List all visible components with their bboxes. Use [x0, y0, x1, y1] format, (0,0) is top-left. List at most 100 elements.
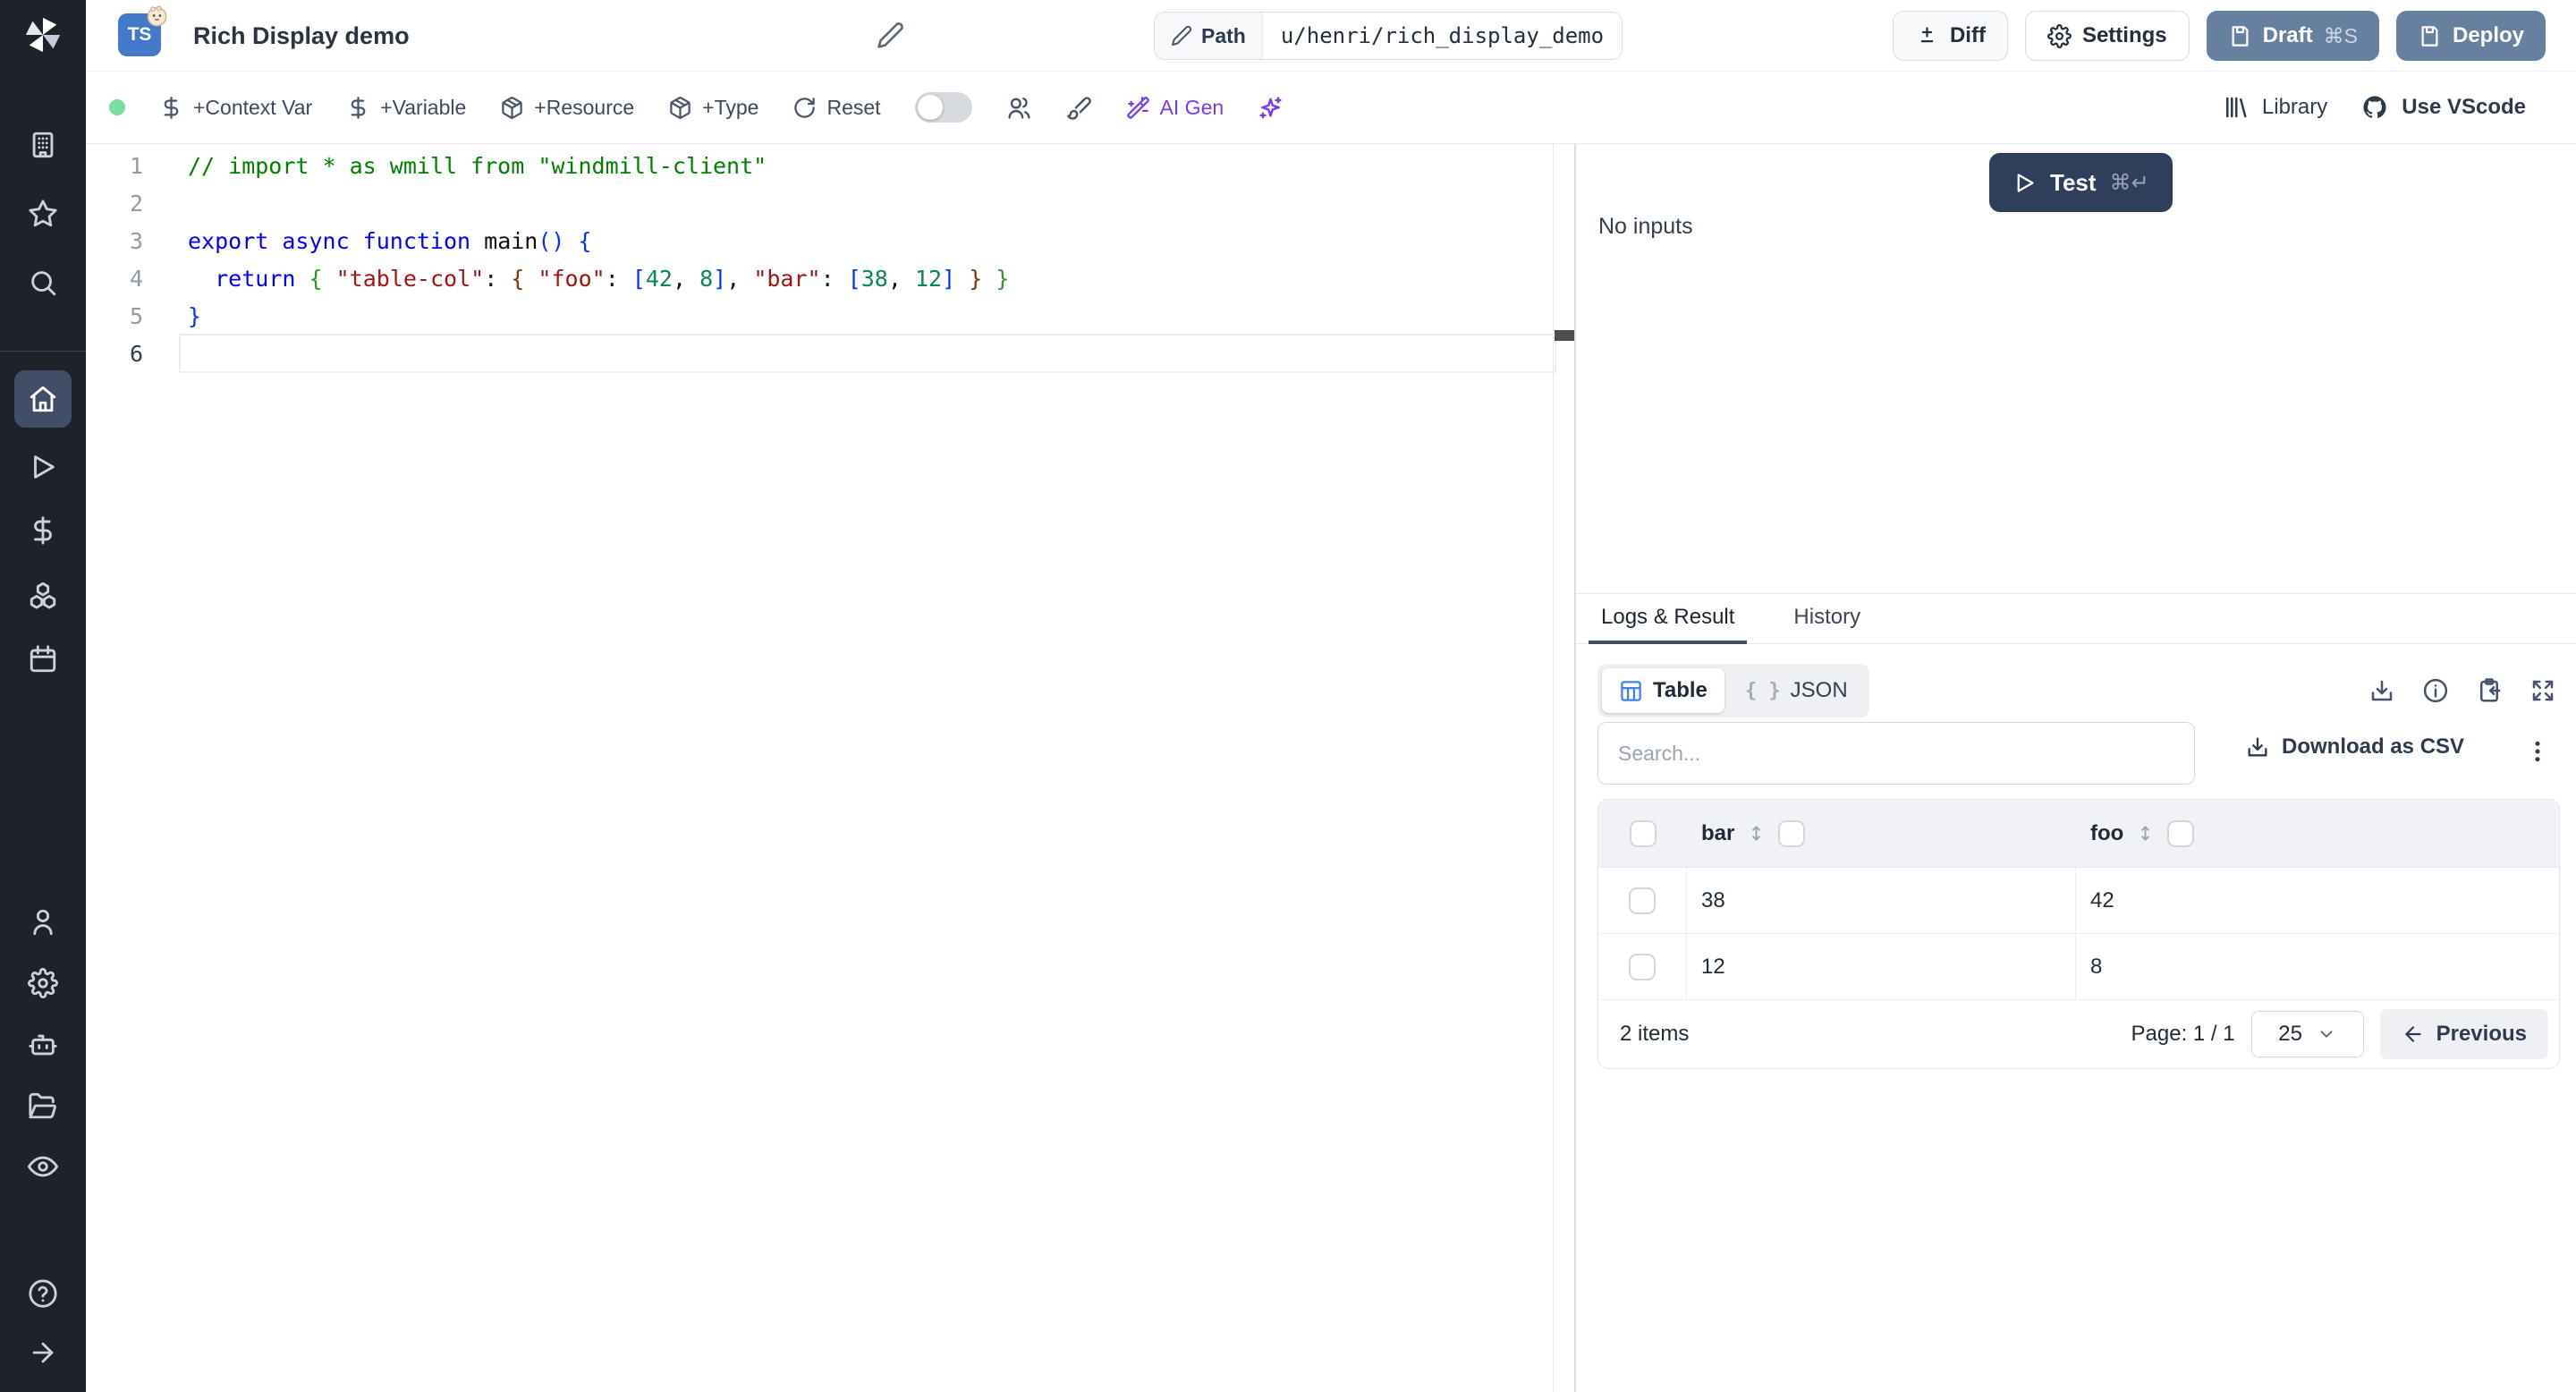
pencil-icon: [1172, 25, 1192, 46]
test-shortcut: ⌘↵: [2109, 170, 2149, 195]
sidebar-item-workers-robot-icon[interactable]: [0, 1030, 86, 1060]
run-result-panel: Test ⌘↵ No inputs Logs & Result History …: [1576, 144, 2576, 1392]
sidebar-item-users-person-icon[interactable]: [0, 907, 86, 938]
tab-logs-result[interactable]: Logs & Result: [1589, 594, 1748, 644]
wand-icon: [1126, 96, 1149, 119]
sidebar-item-runs-play-icon[interactable]: [0, 452, 86, 482]
sidebar-item-variables-dollar-icon[interactable]: [0, 515, 86, 546]
status-dot: [109, 99, 125, 115]
test-label: Test: [2050, 168, 2097, 196]
editor-toolbar: +Context Var +Variable +Resource +Type R…: [86, 72, 2576, 144]
tab-history[interactable]: History: [1781, 594, 1873, 644]
add-variable-button[interactable]: +Variable: [346, 96, 466, 120]
settings-button[interactable]: Settings: [2024, 11, 2190, 61]
settings-label: Settings: [2081, 23, 2167, 47]
path-label: Path: [1201, 23, 1246, 47]
previous-page-button[interactable]: Previous: [2379, 1009, 2548, 1059]
package-icon: [670, 96, 691, 119]
rotate-cw-icon: [794, 97, 816, 118]
test-button[interactable]: Test ⌘↵: [1989, 153, 2173, 212]
view-toggle: Table { } JSON: [1597, 664, 1869, 717]
draft-shortcut: ⌘S: [2323, 23, 2358, 47]
github-icon: [2363, 96, 2386, 118]
table-header-row: bar foo: [1598, 800, 2559, 868]
path-edit-button[interactable]: Path: [1155, 13, 1263, 59]
sidebar-item-home[interactable]: [14, 370, 72, 428]
cell-bar: 38: [1701, 887, 1725, 912]
code-editor[interactable]: 123456 // import * as wmill from "windmi…: [86, 144, 1574, 1392]
workspace-building-icon[interactable]: [0, 130, 86, 160]
overview-ruler-cursor: [1555, 330, 1574, 341]
table-search-input[interactable]: [1597, 722, 2195, 785]
column-bar-checkbox[interactable]: [1778, 819, 1806, 847]
diff-button[interactable]: Diff: [1892, 11, 2008, 61]
ai-gen-button[interactable]: AI Gen: [1126, 96, 1224, 120]
download-icon: [2248, 737, 2267, 757]
path-value: u/henri/rich_display_demo: [1280, 23, 1605, 48]
expand-fullscreen-icon[interactable]: [2529, 677, 2556, 704]
table-options-kebab-icon[interactable]: [2524, 738, 2551, 765]
view-table-pill[interactable]: Table: [1602, 668, 1724, 713]
search-icon[interactable]: [0, 267, 86, 298]
cell-foo: 42: [2090, 887, 2114, 912]
help-icon[interactable]: [0, 1278, 86, 1309]
row-checkbox[interactable]: [1629, 887, 1656, 914]
row-checkbox[interactable]: [1629, 953, 1656, 980]
bun-badge-icon: [145, 4, 169, 28]
draft-button[interactable]: Draft ⌘S: [2206, 11, 2379, 61]
braces-icon: { }: [1744, 679, 1781, 702]
favorites-star-icon[interactable]: [0, 199, 86, 229]
library-button[interactable]: Library: [2222, 94, 2327, 121]
reset-button[interactable]: Reset: [792, 96, 881, 120]
info-icon[interactable]: [2422, 677, 2449, 704]
sidebar-item-schedules-calendar-icon[interactable]: [0, 644, 86, 675]
select-all-checkbox[interactable]: [1629, 819, 1657, 847]
page-size-select[interactable]: 25: [2250, 1011, 2364, 1057]
diff-icon: [1920, 26, 1934, 42]
windmill-logo-icon[interactable]: [0, 14, 86, 55]
save-icon: [2421, 25, 2438, 47]
sidebar-divider: [0, 351, 86, 352]
column-header-foo[interactable]: foo: [2090, 821, 2123, 846]
deploy-button[interactable]: Deploy: [2395, 11, 2546, 61]
deploy-label: Deploy: [2452, 23, 2524, 47]
dollar-icon: [351, 96, 366, 119]
cell-bar: 12: [1701, 954, 1725, 979]
multiplayer-users-icon[interactable]: [1006, 95, 1032, 121]
sort-icon[interactable]: [2135, 823, 2156, 844]
table-grid-icon: [1621, 680, 1641, 701]
code-lines[interactable]: // import * as wmill from "windmill-clie…: [188, 148, 1547, 373]
result-tabs: Logs & Result History: [1576, 593, 2576, 644]
expand-sidebar-arrow-icon[interactable]: [0, 1337, 86, 1368]
use-vscode-button[interactable]: Use VScode: [2361, 94, 2526, 121]
sidebar-item-audit-eye-icon[interactable]: [0, 1151, 86, 1182]
add-resource-button[interactable]: +Resource: [500, 96, 634, 120]
diff-label: Diff: [1949, 23, 1986, 47]
table-row: 12 8: [1598, 934, 2559, 1000]
clipboard-copy-icon[interactable]: [2476, 677, 2503, 704]
format-paintbrush-icon[interactable]: [1066, 95, 1092, 121]
save-icon: [2232, 25, 2249, 47]
result-table: bar foo 38 42 12 8 2 items Page: 1 / 1 2…: [1597, 799, 2560, 1069]
add-context-var-button[interactable]: +Context Var: [159, 96, 312, 120]
download-csv-button[interactable]: Download as CSV: [2245, 734, 2464, 760]
edit-title-pencil-icon[interactable]: [877, 21, 904, 49]
sparkles-icon[interactable]: [1258, 95, 1284, 121]
table-footer: 2 items Page: 1 / 1 25 Previous: [1598, 1000, 2559, 1068]
view-json-pill[interactable]: { } JSON: [1728, 668, 1865, 713]
sidebar-item-resources-boxes-icon[interactable]: [0, 580, 86, 610]
column-header-bar[interactable]: bar: [1701, 821, 1734, 846]
dollar-icon: [164, 96, 179, 119]
editor-right-edge: [1553, 144, 1554, 1392]
sidebar-item-folders-icon[interactable]: [0, 1091, 86, 1121]
page-indicator: Page: 1 / 1: [2131, 1022, 2235, 1046]
add-type-button[interactable]: +Type: [668, 96, 758, 120]
package-icon: [502, 96, 523, 119]
download-result-icon[interactable]: [2368, 677, 2395, 704]
path-chip[interactable]: Path u/henri/rich_display_demo: [1154, 12, 1623, 60]
sort-icon[interactable]: [1746, 823, 1767, 844]
diff-mode-toggle[interactable]: [914, 92, 972, 123]
sidebar-item-settings-gear-icon[interactable]: [0, 968, 86, 998]
draft-label: Draft: [2262, 23, 2313, 47]
column-foo-checkbox[interactable]: [2167, 819, 2195, 847]
